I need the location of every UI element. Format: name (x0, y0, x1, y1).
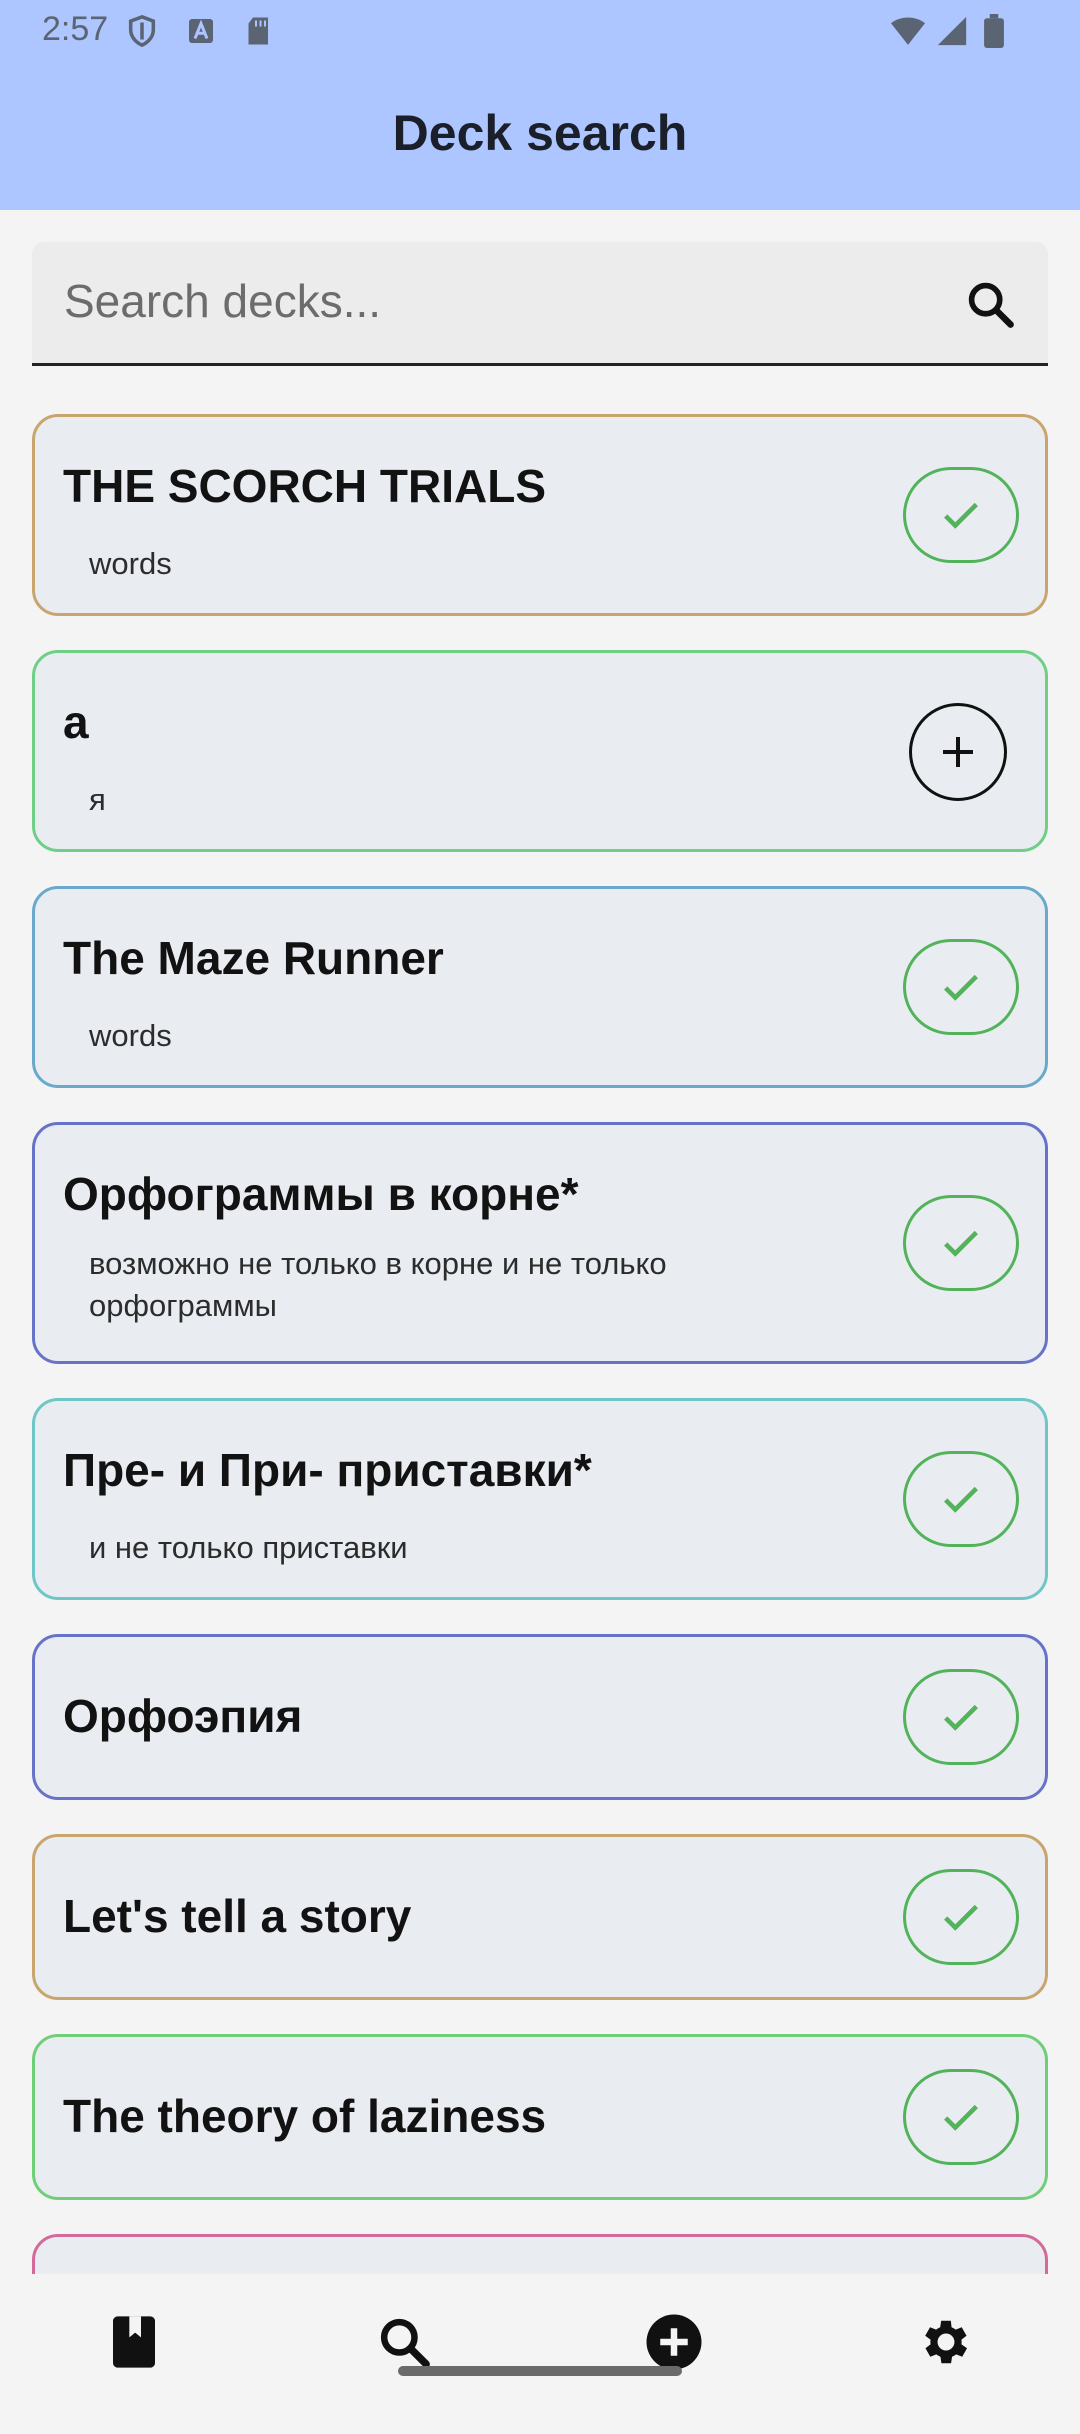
wifi-icon (891, 17, 925, 45)
deck-added-button[interactable] (903, 1869, 1019, 1965)
deck-subtitle: и не только приставки (89, 1530, 408, 1565)
deck-added-button[interactable] (903, 2069, 1019, 2165)
bottom-nav (0, 2274, 1080, 2400)
search-icon[interactable] (964, 278, 1016, 330)
battery-icon (984, 14, 1004, 48)
deck-subtitle: words (89, 1018, 172, 1053)
add-circle-icon (646, 2314, 702, 2370)
search-icon (380, 2318, 430, 2368)
nav-search[interactable] (374, 2312, 434, 2372)
check-icon (944, 974, 978, 1001)
keyboard-a-icon (189, 19, 213, 43)
nav-decks[interactable] (104, 2312, 164, 2372)
deck-title: The Maze Runner (63, 932, 444, 984)
deck-title: Орфограммы в корне* (63, 1168, 579, 1220)
check-icon (944, 1230, 978, 1257)
search-placeholder: Search decks... (64, 275, 382, 327)
nav-settings[interactable] (916, 2312, 976, 2372)
deck-added-button[interactable] (903, 467, 1019, 563)
deck-subtitle: возможно не только в корне и не только о… (89, 1246, 667, 1323)
deck-card[interactable]: Пре- и При- приставки* и не только прист… (32, 1398, 1048, 1600)
deck-icon (113, 2316, 155, 2368)
deck-title: a (63, 696, 89, 748)
status-time: 2:57 (42, 10, 109, 48)
deck-title: THE SCORCH TRIALS (63, 460, 546, 512)
nav-add[interactable] (644, 2312, 704, 2372)
deck-title: Орфоэпия (63, 1690, 303, 1742)
deck-added-button[interactable] (903, 1669, 1019, 1765)
check-icon (944, 1486, 978, 1513)
deck-list: THE SCORCH TRIALS words a я The Maze Run… (32, 414, 1048, 2434)
deck-subtitle: words (89, 546, 172, 581)
status-bar: 2:57 (0, 0, 1080, 62)
plus-icon (943, 737, 973, 767)
deck-card[interactable]: THE SCORCH TRIALS words (32, 414, 1048, 616)
deck-card[interactable]: Орфограммы в корне* возможно не только в… (32, 1122, 1048, 1364)
deck-title: Let's tell a story (63, 1890, 412, 1942)
settings-icon (925, 2320, 968, 2364)
deck-card[interactable]: The theory of laziness (32, 2034, 1048, 2200)
deck-title: The theory of laziness (63, 2090, 547, 2142)
deck-subtitle: я (89, 782, 106, 817)
check-icon (944, 1904, 978, 1931)
page-title: Deck search (392, 105, 688, 161)
check-icon (944, 502, 978, 529)
deck-add-button[interactable] (909, 703, 1007, 801)
shield-icon (128, 14, 156, 48)
search-input[interactable]: Search decks... (32, 242, 1048, 366)
deck-added-button[interactable] (903, 1451, 1019, 1547)
check-icon (944, 2104, 978, 2131)
deck-title: Пре- и При- приставки* (63, 1444, 592, 1496)
deck-card[interactable]: Let's tell a story (32, 1834, 1048, 2000)
home-indicator[interactable] (398, 2366, 682, 2376)
deck-card[interactable]: a я (32, 650, 1048, 852)
deck-card[interactable]: Орфоэпия (32, 1634, 1048, 1800)
deck-card[interactable]: The Maze Runner words (32, 886, 1048, 1088)
check-icon (944, 1704, 978, 1731)
deck-added-button[interactable] (903, 1195, 1019, 1291)
deck-added-button[interactable] (903, 939, 1019, 1035)
app-bar: 2:57 Deck search (0, 0, 1080, 210)
cellular-icon (937, 16, 967, 46)
sd-card-icon (248, 17, 268, 45)
